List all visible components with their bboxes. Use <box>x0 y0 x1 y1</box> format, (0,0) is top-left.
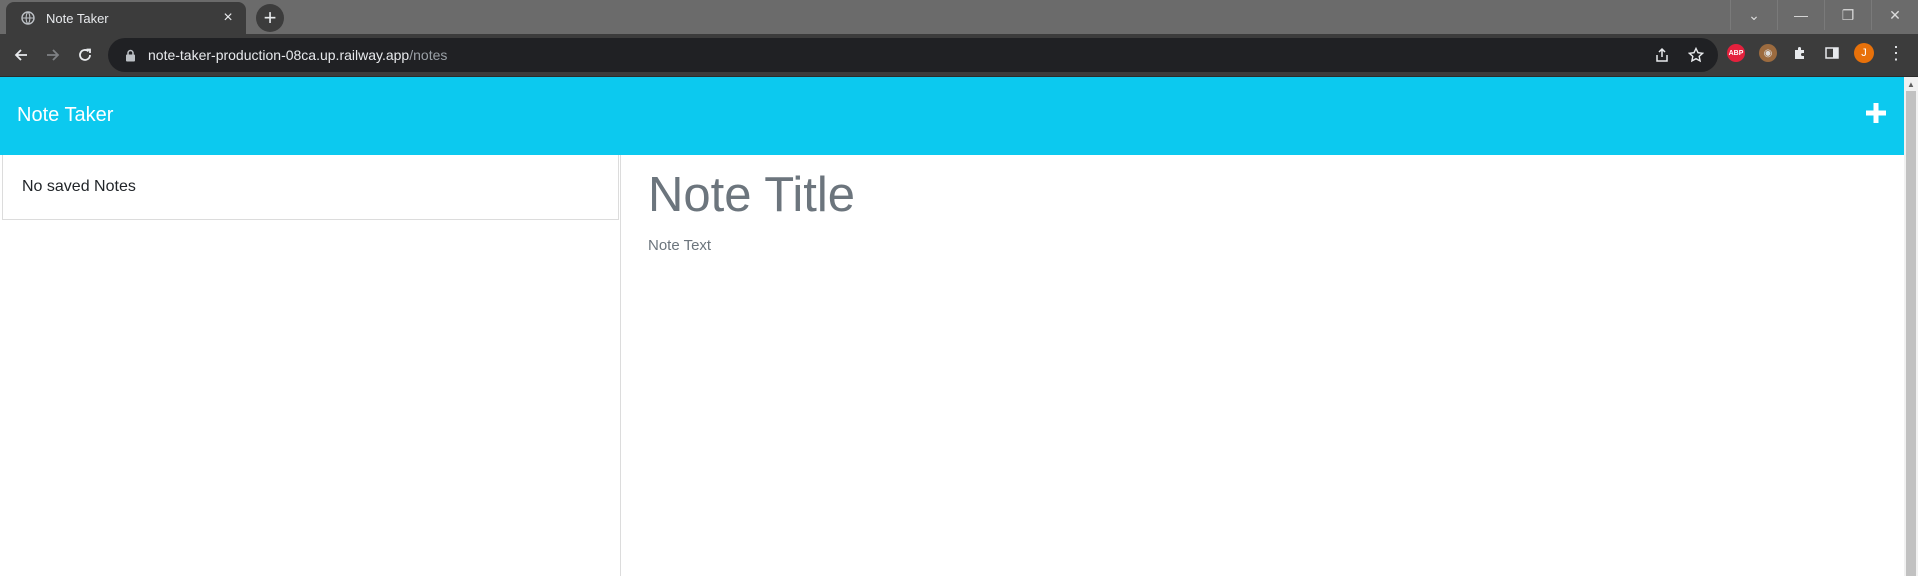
globe-icon <box>20 10 36 26</box>
page: Note Taker No saved Notes <box>0 77 1904 576</box>
close-window-icon[interactable]: ✕ <box>1871 0 1918 30</box>
star-icon[interactable] <box>1686 45 1706 65</box>
side-panel-icon[interactable] <box>1822 43 1842 63</box>
face-glyph-icon: ◉ <box>1759 44 1777 62</box>
menu-icon[interactable]: ⋮ <box>1886 43 1906 63</box>
browser-toolbar: note-taker-production-08ca.up.railway.ap… <box>0 34 1918 76</box>
arrow-left-icon[interactable] <box>6 40 36 70</box>
plus-icon[interactable] <box>1862 99 1890 127</box>
note-text-input[interactable] <box>648 237 1878 537</box>
minimize-icon[interactable]: — <box>1777 0 1824 30</box>
lock-icon[interactable] <box>122 49 138 62</box>
url-host: note-taker-production-08ca.up.railway.ap… <box>148 47 410 63</box>
restore-icon[interactable]: ❐ <box>1824 0 1871 30</box>
list-item: No saved Notes <box>2 155 619 220</box>
window-controls: ⌄ — ❐ ✕ <box>1730 0 1918 32</box>
profile-avatar[interactable]: J <box>1854 43 1874 63</box>
browser-tab[interactable]: Note Taker × <box>6 2 246 34</box>
address-bar[interactable]: note-taker-production-08ca.up.railway.ap… <box>108 38 1718 72</box>
share-icon[interactable] <box>1652 45 1672 65</box>
new-tab-button[interactable]: + <box>256 4 284 32</box>
tab-search-icon[interactable]: ⌄ <box>1730 0 1777 30</box>
scrollbar[interactable]: ▲ <box>1904 77 1918 576</box>
navbar: Note Taker <box>0 77 1904 155</box>
note-title-input[interactable] <box>648 165 1878 225</box>
url-path: /notes <box>409 47 448 63</box>
scrollbar-thumb[interactable] <box>1906 91 1916 576</box>
scroll-up-icon[interactable]: ▲ <box>1904 77 1918 91</box>
extension-face-icon[interactable]: ◉ <box>1758 43 1778 63</box>
adblock-extension-icon[interactable]: ABP <box>1726 43 1746 63</box>
brand-title[interactable]: Note Taker <box>17 104 113 127</box>
abp-badge: ABP <box>1727 44 1745 62</box>
avatar: J <box>1854 43 1874 63</box>
reload-icon[interactable] <box>70 40 100 70</box>
arrow-right-icon[interactable] <box>38 40 68 70</box>
url-text: note-taker-production-08ca.up.railway.ap… <box>148 47 447 63</box>
tab-close-icon[interactable]: × <box>218 8 238 28</box>
extensions-area: ABP ◉ J ⋮ <box>1726 43 1906 63</box>
notes-sidebar: No saved Notes <box>0 155 621 576</box>
tab-strip: Note Taker × + ⌄ — ❐ ✕ <box>0 0 1918 34</box>
puzzle-icon[interactable] <box>1790 43 1810 63</box>
omnibox-actions <box>1652 45 1706 65</box>
tab-title: Note Taker <box>46 10 109 26</box>
note-editor <box>621 155 1904 576</box>
